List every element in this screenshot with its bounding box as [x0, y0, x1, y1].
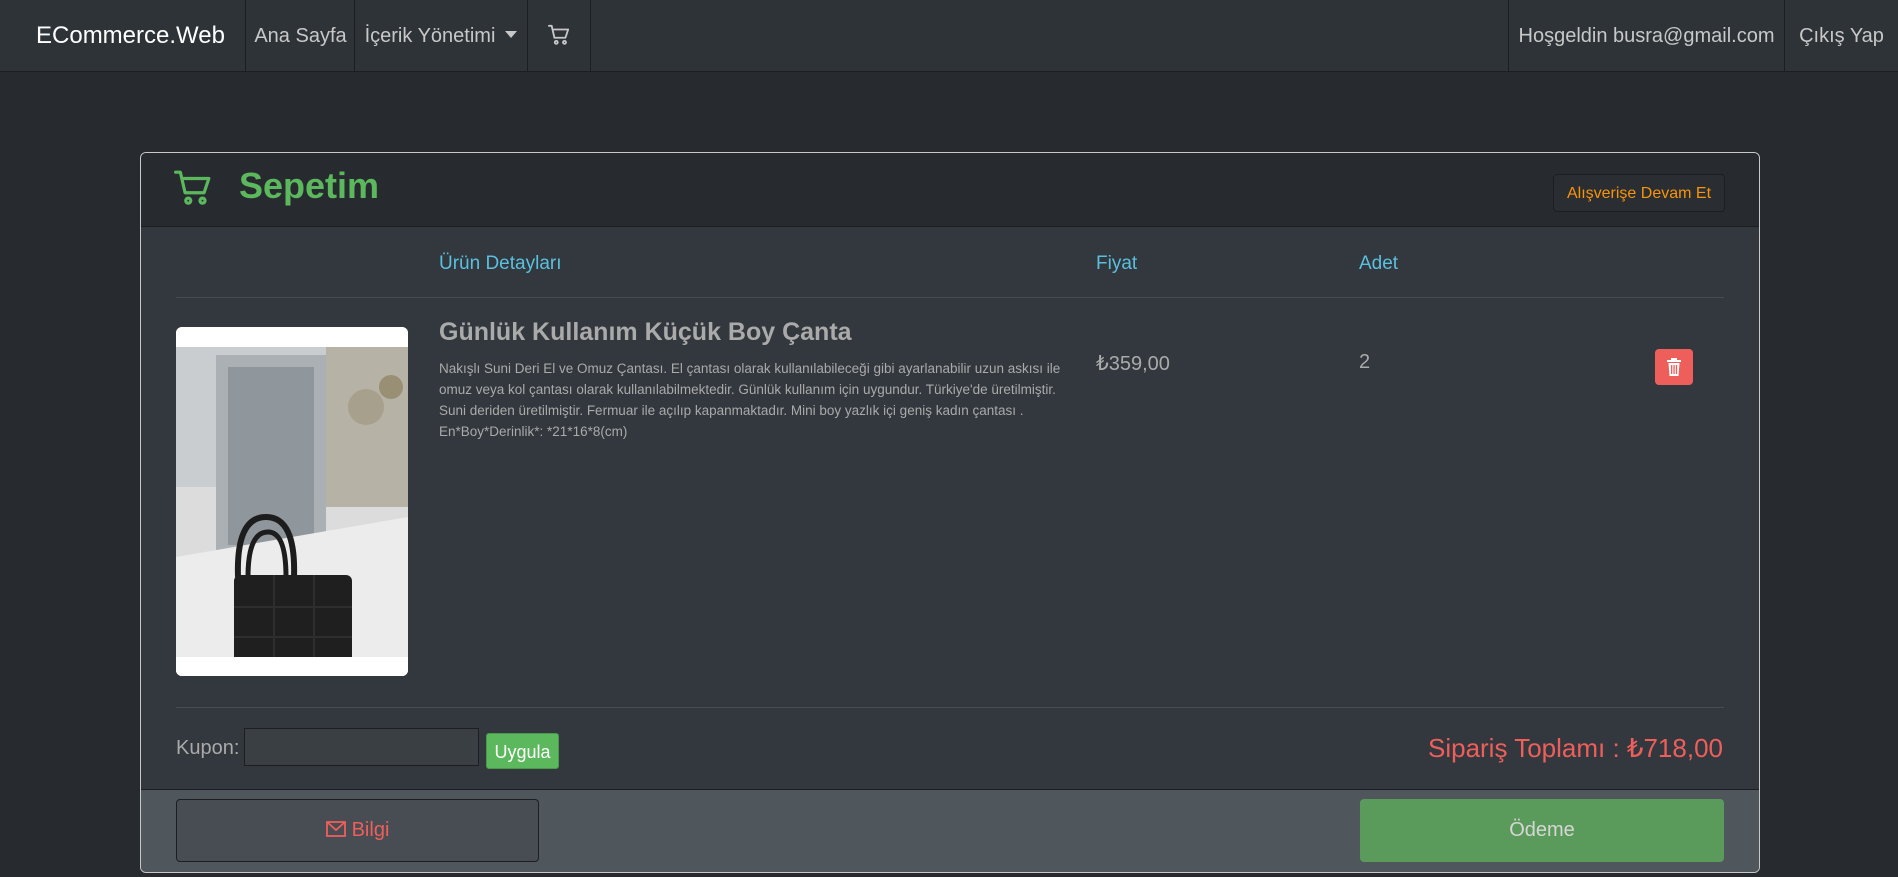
column-header-price: Fiyat [1096, 253, 1138, 274]
nav-welcome-user[interactable]: Hoşgeldin busra@gmail.com [1508, 0, 1784, 72]
trash-icon [1667, 358, 1681, 376]
cart-card-header: Sepetim Alışverişe Devam Et [141, 153, 1759, 227]
divider [176, 707, 1724, 708]
brand-link[interactable]: ECommerce.Web [36, 0, 225, 72]
caret-down-icon [505, 31, 518, 39]
nav-cart-link[interactable] [527, 0, 591, 72]
column-header-detail: Ürün Detayları [439, 253, 562, 274]
coupon-label: Kupon: [176, 737, 240, 759]
continue-shopping-button[interactable]: Alışverişe Devam Et [1553, 174, 1725, 212]
shopping-cart-icon [174, 170, 211, 205]
nav-logout-link[interactable]: Çıkış Yap [1784, 0, 1898, 72]
product-quantity: 2 [1359, 351, 1371, 373]
apply-coupon-button[interactable]: Uygula [486, 733, 559, 769]
product-name: Günlük Kullanım Küçük Boy Çanta [439, 318, 852, 346]
cart-card-footer: Bilgi Ödeme [141, 789, 1759, 872]
product-description: Nakışlı Suni Deri El ve Omuz Çantası. El… [439, 361, 1061, 439]
delete-item-button[interactable] [1655, 349, 1693, 385]
welcome-label: Hoşgeldin busra@gmail.com [1518, 25, 1775, 47]
logout-label: Çıkış Yap [1799, 25, 1884, 47]
nav-home-link[interactable]: Ana Sayfa [245, 0, 355, 72]
cart-icon [548, 24, 570, 45]
product-image [176, 327, 408, 676]
info-button[interactable]: Bilgi [176, 799, 539, 862]
divider [176, 297, 1724, 298]
nav-content-label: İçerik Yönetimi [364, 25, 496, 47]
navbar: ECommerce.Web Ana Sayfa İçerik Yönetimi … [0, 0, 1898, 72]
envelope-icon [325, 820, 346, 837]
payment-button[interactable]: Ödeme [1360, 799, 1724, 862]
info-label: Bilgi [351, 819, 390, 841]
coupon-input[interactable] [244, 728, 479, 766]
order-total: Sipariş Toplamı : ₺718,00 [1427, 733, 1723, 763]
nav-content-management-dropdown[interactable]: İçerik Yönetimi [354, 0, 527, 72]
cart-card: Sepetim Alışverişe Devam Et Ürün Detayla… [140, 152, 1760, 873]
column-header-quantity: Adet [1359, 253, 1399, 274]
cart-title: Sepetim [239, 165, 380, 206]
product-price: ₺359,00 [1096, 353, 1170, 375]
nav-home-label: Ana Sayfa [254, 25, 347, 47]
